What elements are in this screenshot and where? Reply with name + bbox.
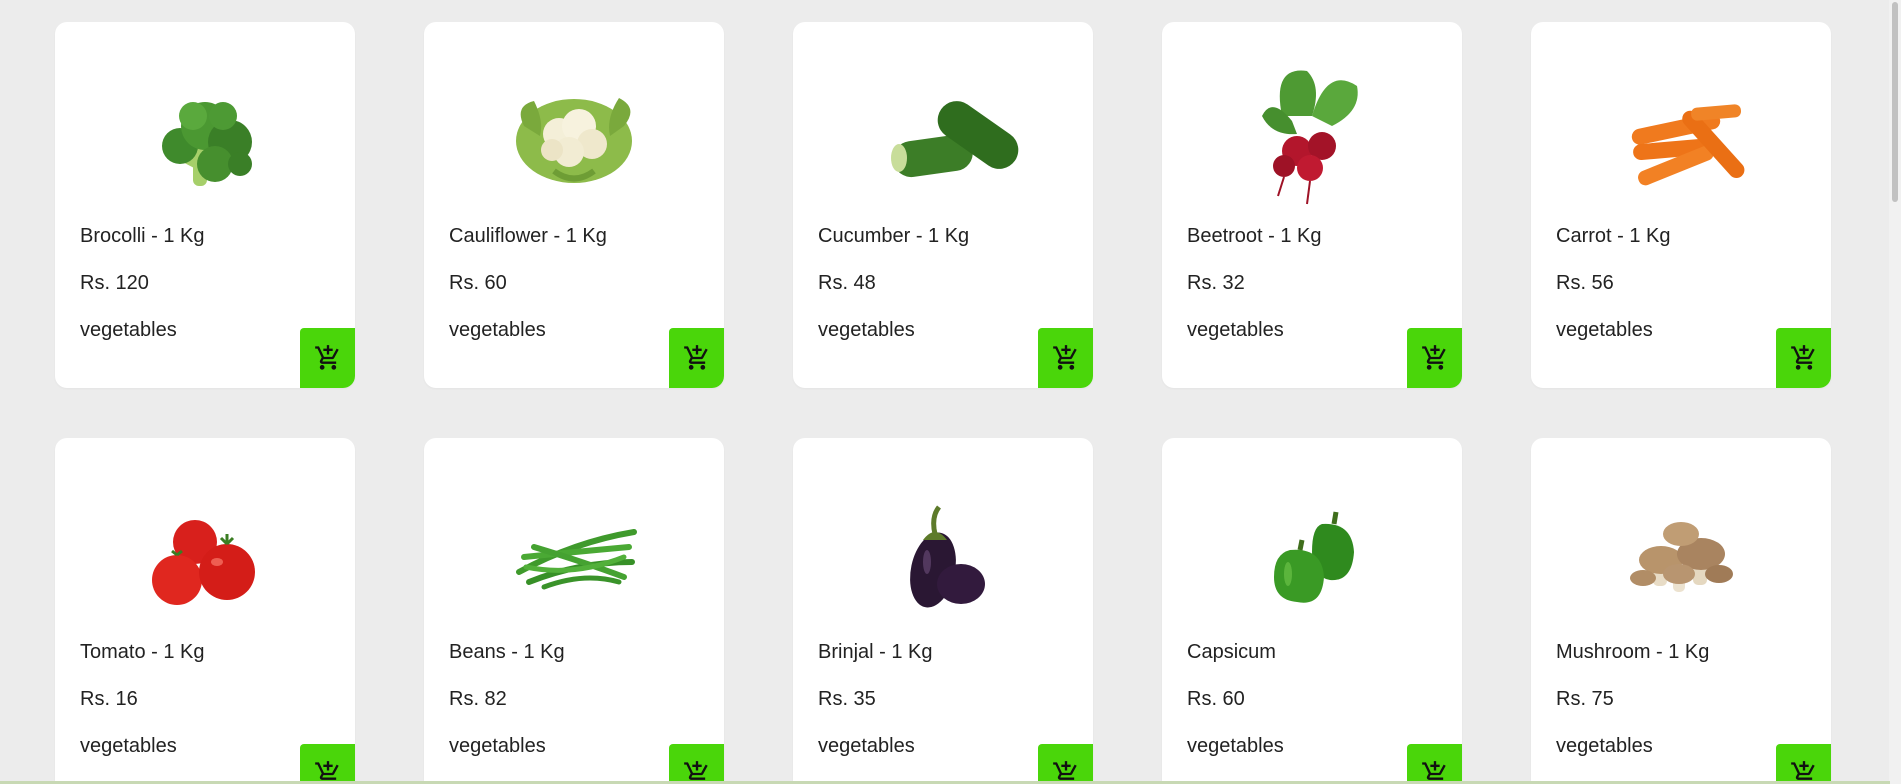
carrot-image — [1581, 46, 1781, 216]
cauliflower-image — [474, 46, 674, 216]
product-card[interactable]: Cauliflower - 1 Kg Rs. 60 vegetables — [424, 22, 724, 388]
product-category: vegetables — [818, 319, 915, 341]
page: Brocolli - 1 Kg Rs. 120 vegetables Cauli… — [0, 0, 1898, 784]
product-price: Rs. 35 — [818, 688, 876, 710]
product-category: vegetables — [449, 735, 546, 757]
product-category: vegetables — [1556, 735, 1653, 757]
beetroot-image — [1212, 46, 1412, 216]
product-category: vegetables — [80, 319, 177, 341]
add-to-cart-button[interactable] — [1407, 744, 1462, 784]
product-price: Rs. 56 — [1556, 272, 1614, 294]
add-to-cart-button[interactable] — [669, 744, 724, 784]
add-shopping-cart-icon — [314, 345, 339, 370]
product-name: Cucumber - 1 Kg — [818, 225, 970, 247]
product-name: Beans - 1 Kg — [449, 641, 565, 663]
add-to-cart-button[interactable] — [1038, 328, 1093, 388]
product-name: Capsicum — [1187, 641, 1276, 663]
brinjal-image — [843, 462, 1043, 632]
add-to-cart-button[interactable] — [1407, 328, 1462, 388]
product-price: Rs. 120 — [80, 272, 149, 294]
add-shopping-cart-icon — [1052, 345, 1077, 370]
add-to-cart-button[interactable] — [1776, 328, 1831, 388]
product-card[interactable]: Carrot - 1 Kg Rs. 56 vegetables — [1531, 22, 1831, 388]
product-category: vegetables — [1556, 319, 1653, 341]
product-card[interactable]: Capsicum Rs. 60 vegetables — [1162, 438, 1462, 784]
product-card[interactable]: Beans - 1 Kg Rs. 82 vegetables — [424, 438, 724, 784]
product-name: Carrot - 1 Kg — [1556, 225, 1671, 247]
product-price: Rs. 32 — [1187, 272, 1245, 294]
add-to-cart-button[interactable] — [1776, 744, 1831, 784]
product-name: Brinjal - 1 Kg — [818, 641, 933, 663]
product-price: Rs. 60 — [1187, 688, 1245, 710]
broccoli-image — [105, 46, 305, 216]
capsicum-image — [1212, 462, 1412, 632]
product-name: Tomato - 1 Kg — [80, 641, 205, 663]
product-category: vegetables — [818, 735, 915, 757]
product-name: Cauliflower - 1 Kg — [449, 225, 607, 247]
product-category: vegetables — [1187, 319, 1284, 341]
product-name: Beetroot - 1 Kg — [1187, 225, 1322, 247]
product-price: Rs. 82 — [449, 688, 507, 710]
product-card[interactable]: Brocolli - 1 Kg Rs. 120 vegetables — [55, 22, 355, 388]
scrollbar-thumb[interactable] — [1892, 2, 1898, 202]
product-price: Rs. 48 — [818, 272, 876, 294]
vertical-scrollbar[interactable] — [1889, 0, 1901, 784]
beans-image — [474, 462, 674, 632]
product-card[interactable]: Brinjal - 1 Kg Rs. 35 vegetables — [793, 438, 1093, 784]
product-price: Rs. 75 — [1556, 688, 1614, 710]
add-to-cart-button[interactable] — [300, 328, 355, 388]
product-category: vegetables — [1187, 735, 1284, 757]
product-category: vegetables — [80, 735, 177, 757]
mushroom-image — [1581, 462, 1781, 632]
product-grid: Brocolli - 1 Kg Rs. 120 vegetables Cauli… — [55, 22, 1831, 784]
product-card[interactable]: Cucumber - 1 Kg Rs. 48 vegetables — [793, 22, 1093, 388]
product-card[interactable]: Beetroot - 1 Kg Rs. 32 vegetables — [1162, 22, 1462, 388]
product-card[interactable]: Tomato - 1 Kg Rs. 16 vegetables — [55, 438, 355, 784]
product-name: Mushroom - 1 Kg — [1556, 641, 1710, 663]
cucumber-image — [843, 46, 1043, 216]
add-shopping-cart-icon — [1421, 345, 1446, 370]
add-to-cart-button[interactable] — [669, 328, 724, 388]
product-name: Brocolli - 1 Kg — [80, 225, 205, 247]
tomato-image — [105, 462, 305, 632]
add-shopping-cart-icon — [683, 345, 708, 370]
add-to-cart-button[interactable] — [1038, 744, 1093, 784]
product-price: Rs. 60 — [449, 272, 507, 294]
product-category: vegetables — [449, 319, 546, 341]
add-shopping-cart-icon — [1790, 345, 1815, 370]
product-card[interactable]: Mushroom - 1 Kg Rs. 75 vegetables — [1531, 438, 1831, 784]
add-to-cart-button[interactable] — [300, 744, 355, 784]
product-price: Rs. 16 — [80, 688, 138, 710]
